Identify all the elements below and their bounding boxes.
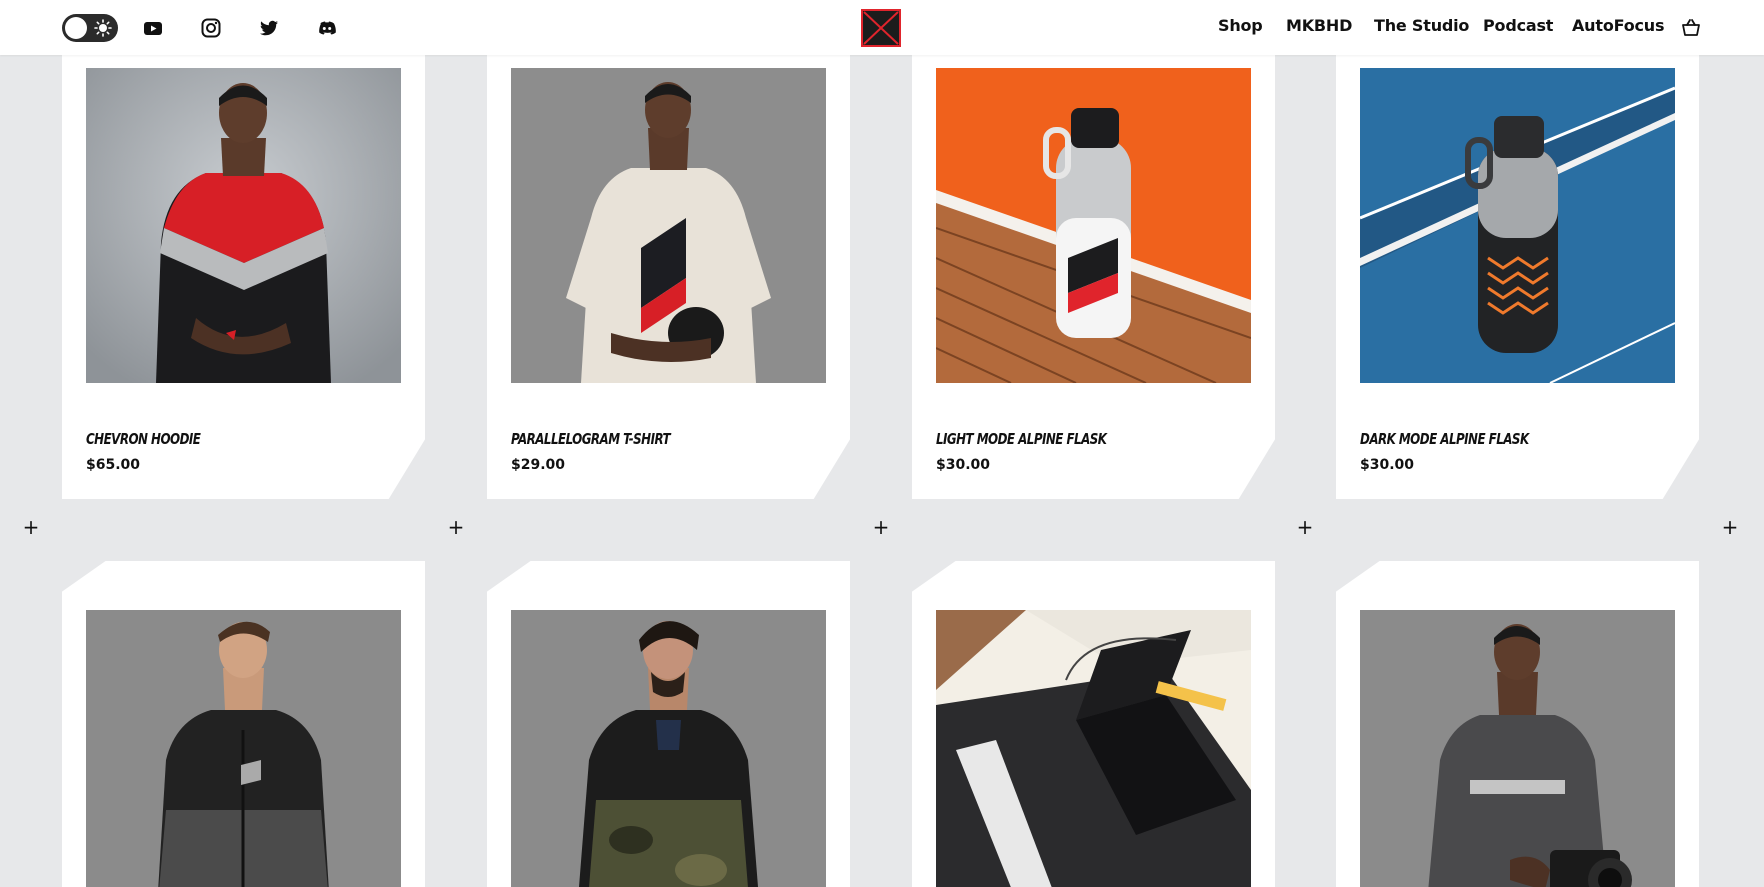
product-image-windbreaker[interactable] <box>86 610 401 887</box>
product-price: $65.00 <box>86 457 141 473</box>
product-image-chevron-hoodie[interactable] <box>86 68 401 383</box>
product-card[interactable] <box>1336 561 1699 887</box>
nav-the-studio[interactable]: The Studio <box>1374 16 1469 35</box>
product-price: $29.00 <box>511 457 566 473</box>
product-card[interactable] <box>62 561 425 887</box>
theme-toggle[interactable] <box>62 14 118 42</box>
discord-icon[interactable] <box>316 17 338 39</box>
product-name[interactable]: CHEVRON HOODIE <box>86 430 201 448</box>
twitter-icon[interactable] <box>258 17 280 39</box>
sun-icon <box>94 19 112 37</box>
product-image-camo-windbreaker[interactable] <box>511 610 826 887</box>
basket-icon[interactable] <box>1680 17 1702 39</box>
nav-shop[interactable]: Shop <box>1218 16 1263 35</box>
product-card[interactable] <box>912 561 1275 887</box>
youtube-icon[interactable] <box>142 17 164 39</box>
grid-plus-marker: + <box>1721 515 1739 539</box>
instagram-icon[interactable] <box>200 17 222 39</box>
product-name[interactable]: PARALLELOGRAM T-SHIRT <box>511 430 671 448</box>
grid-plus-marker: + <box>872 515 890 539</box>
product-name[interactable]: DARK MODE ALPINE FLASK <box>1360 430 1529 448</box>
product-image-parallelogram-tshirt[interactable] <box>511 68 826 383</box>
grid-plus-marker: + <box>447 515 465 539</box>
product-card-dark-mode-alpine-flask[interactable]: DARK MODE ALPINE FLASK $30.00 <box>1336 40 1699 499</box>
toggle-knob <box>65 17 87 39</box>
product-image-light-mode-alpine-flask[interactable] <box>936 68 1251 383</box>
product-name[interactable]: LIGHT MODE ALPINE FLASK <box>936 430 1107 448</box>
mkbhd-logo[interactable] <box>860 8 902 48</box>
nav-autofocus[interactable]: AutoFocus <box>1572 16 1664 35</box>
product-price: $30.00 <box>936 457 991 473</box>
nav-mkbhd[interactable]: MKBHD <box>1286 16 1352 35</box>
product-card-parallelogram-tshirt[interactable]: PARALLELOGRAM T-SHIRT $29.00 <box>487 40 850 499</box>
product-image-desk-mat[interactable] <box>936 610 1251 887</box>
grid-plus-marker: + <box>22 515 40 539</box>
product-card-light-mode-alpine-flask[interactable]: LIGHT MODE ALPINE FLASK $30.00 <box>912 40 1275 499</box>
product-image-dark-mode-alpine-flask[interactable] <box>1360 68 1675 383</box>
product-card[interactable] <box>487 561 850 887</box>
product-image-30fps-tshirt[interactable] <box>1360 610 1675 887</box>
product-card-chevron-hoodie[interactable]: CHEVRON HOODIE $65.00 <box>62 40 425 499</box>
grid-plus-marker: + <box>1296 515 1314 539</box>
site-header: Shop MKBHD The Studio Podcast AutoFocus <box>0 0 1764 55</box>
product-price: $30.00 <box>1360 457 1415 473</box>
nav-podcast[interactable]: Podcast <box>1483 16 1553 35</box>
